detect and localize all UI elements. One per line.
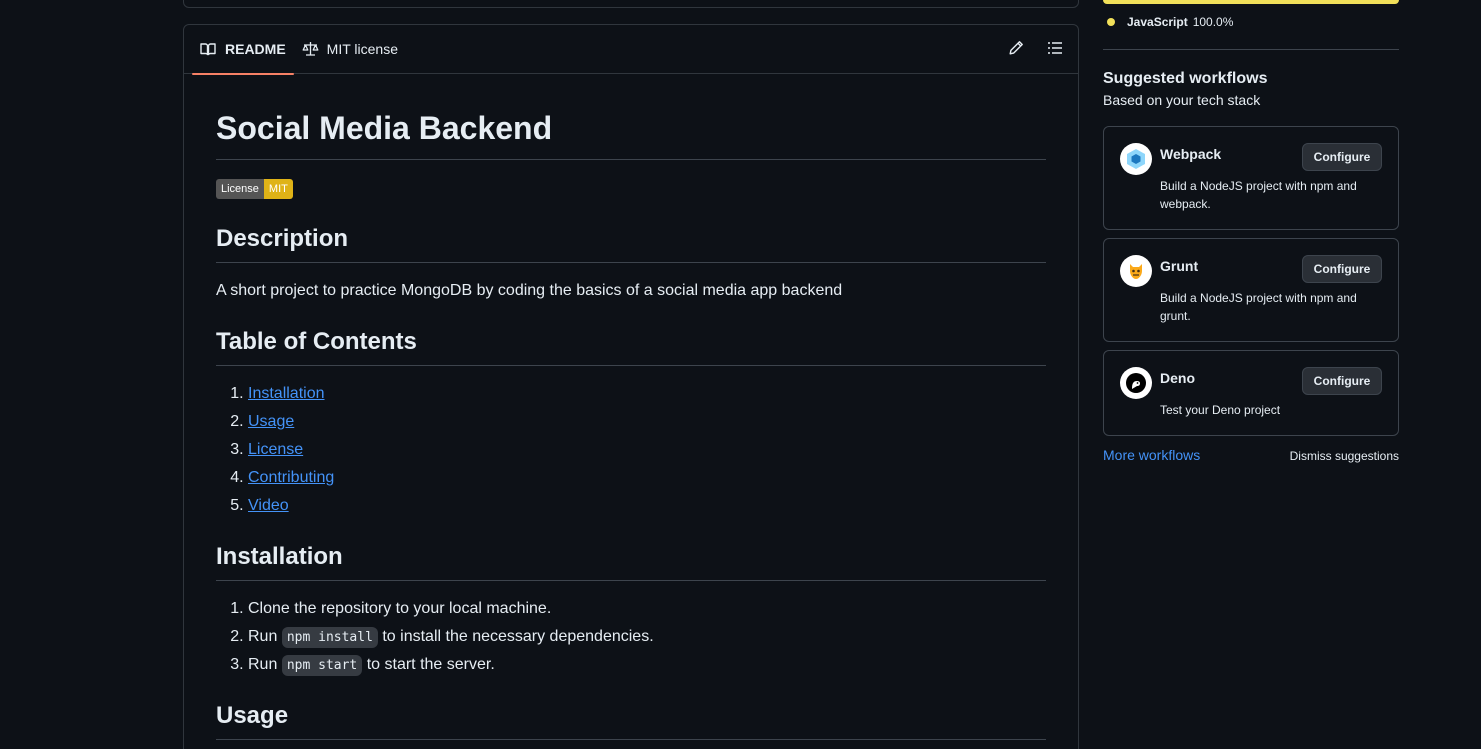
toc-heading: Table of Contents	[216, 327, 1046, 366]
language-dot	[1107, 18, 1115, 26]
description-text: A short project to practice MongoDB by c…	[216, 282, 843, 299]
toc-item: License	[248, 438, 1046, 462]
readme-title: Social Media Backend	[216, 108, 1046, 160]
workflow-card-deno: Deno Test your Deno project Configure	[1103, 350, 1399, 436]
tab-license[interactable]: MIT license	[294, 25, 406, 74]
workflow-desc: Build a NodeJS project with npm and grun…	[1160, 291, 1357, 323]
configure-button[interactable]: Configure	[1302, 143, 1382, 171]
toc-link-usage[interactable]: Usage	[248, 413, 294, 430]
deno-icon	[1120, 367, 1152, 399]
installation-step: Run npm install to install the necessary…	[248, 625, 1046, 649]
license-badge[interactable]: License MIT	[216, 179, 293, 199]
tab-license-label: MIT license	[326, 41, 398, 57]
top-card	[183, 0, 1079, 8]
language-name: JavaScript	[1127, 15, 1188, 29]
readme-content: Social Media Backend License MIT Descrip…	[184, 74, 1078, 740]
step-text: to start the server.	[366, 656, 495, 673]
webpack-icon	[1120, 143, 1152, 175]
step-text: Run	[248, 656, 278, 673]
toc-item: Usage	[248, 410, 1046, 434]
workflow-desc: Test your Deno project	[1160, 403, 1281, 417]
toc-item: Contributing	[248, 466, 1046, 490]
sidebar: JavaScript 100.0% Suggested workflows Ba…	[1103, 0, 1399, 463]
code-snippet: npm start	[281, 655, 363, 676]
language-bar	[1103, 0, 1399, 4]
step-text: Run	[248, 628, 278, 645]
toc-link-video[interactable]: Video	[248, 497, 289, 514]
toc-link-installation[interactable]: Installation	[248, 385, 325, 402]
toc-item: Installation	[248, 382, 1046, 406]
book-icon	[200, 41, 217, 57]
configure-button[interactable]: Configure	[1302, 255, 1382, 283]
step-text: to install the necessary dependencies.	[382, 628, 654, 645]
toc-link-contributing[interactable]: Contributing	[248, 469, 334, 486]
dismiss-suggestions-button[interactable]: Dismiss suggestions	[1290, 449, 1399, 463]
usage-heading: Usage	[216, 701, 1046, 740]
readme-panel: README MIT license Social Media Backend …	[183, 24, 1079, 749]
toc-list: Installation Usage License Contributing …	[216, 382, 1046, 518]
description-heading: Description	[216, 224, 1046, 263]
installation-step: Clone the repository to your local machi…	[248, 597, 1046, 621]
workflow-card-webpack: Webpack Build a NodeJS project with npm …	[1103, 126, 1399, 230]
tab-readme[interactable]: README	[192, 25, 294, 75]
badge-left: License	[216, 179, 264, 199]
toc-link-license[interactable]: License	[248, 441, 303, 458]
installation-heading: Installation	[216, 542, 1046, 581]
readme-tabbar: README MIT license	[184, 25, 1078, 75]
more-workflows-link[interactable]: More workflows	[1103, 447, 1200, 463]
workflow-desc: Build a NodeJS project with npm and webp…	[1160, 179, 1357, 211]
pencil-icon[interactable]	[1008, 40, 1025, 57]
tab-readme-label: README	[225, 41, 286, 57]
law-icon	[302, 41, 319, 57]
divider	[1103, 49, 1399, 50]
suggested-workflows-title: Suggested workflows	[1103, 70, 1268, 87]
installation-step: Run npm start to start the server.	[248, 653, 1046, 677]
code-snippet: npm install	[281, 627, 378, 648]
configure-button[interactable]: Configure	[1302, 367, 1382, 395]
suggested-workflows-subtitle: Based on your tech stack	[1103, 92, 1261, 108]
badge-right: MIT	[263, 179, 293, 199]
grunt-icon	[1120, 255, 1152, 287]
language-percent: 100.0%	[1192, 15, 1234, 29]
installation-list: Clone the repository to your local machi…	[216, 597, 1046, 677]
list-unordered-icon[interactable]	[1047, 40, 1064, 57]
toc-item: Video	[248, 494, 1046, 518]
language-item[interactable]: JavaScript 100.0%	[1103, 15, 1399, 29]
workflow-card-grunt: Grunt Build a NodeJS project with npm an…	[1103, 238, 1399, 342]
